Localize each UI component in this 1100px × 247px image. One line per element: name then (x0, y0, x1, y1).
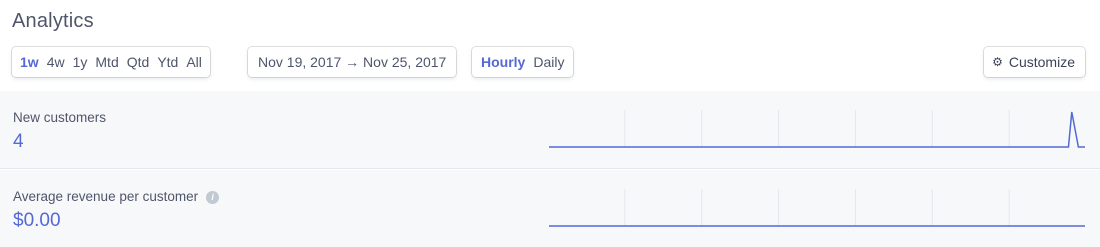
customize-label: Customize (1008, 54, 1075, 70)
metric-label: Average revenue per customer i (13, 189, 220, 204)
metric-label-text: Average revenue per customer (13, 189, 199, 204)
range-4w-button[interactable]: 4w (43, 54, 69, 70)
granularity-daily-button[interactable]: Daily (529, 54, 568, 70)
range-mtd-button[interactable]: Mtd (91, 54, 122, 70)
granularity-hourly-button[interactable]: Hourly (477, 54, 529, 70)
info-icon[interactable]: i (206, 191, 220, 204)
range-1y-button[interactable]: 1y (69, 54, 92, 70)
date-range-label: Nov 19, 2017 → Nov 25, 2017 (258, 54, 447, 70)
range-ytd-button[interactable]: Ytd (153, 54, 182, 70)
range-1w-button[interactable]: 1w (16, 54, 43, 70)
metric-value: 4 (13, 131, 24, 152)
gear-icon: ⚙ (992, 55, 1003, 69)
metric-label: New customers (13, 110, 107, 125)
sparkline-new-customers (548, 110, 1086, 150)
range-selector: 1w 4w 1y Mtd Qtd Ytd All (12, 47, 210, 77)
page-title: Analytics (12, 10, 94, 32)
date-range-picker[interactable]: Nov 19, 2017 → Nov 25, 2017 (248, 47, 457, 77)
metric-value: $0.00 (13, 210, 61, 231)
customize-button[interactable]: ⚙ Customize (984, 47, 1085, 77)
sparkline-new-customers-line (549, 112, 1085, 147)
range-qtd-button[interactable]: Qtd (123, 54, 154, 70)
granularity-selector: Hourly Daily (472, 47, 574, 77)
range-all-button[interactable]: All (182, 54, 206, 70)
sparkline-avg-revenue (548, 189, 1086, 229)
